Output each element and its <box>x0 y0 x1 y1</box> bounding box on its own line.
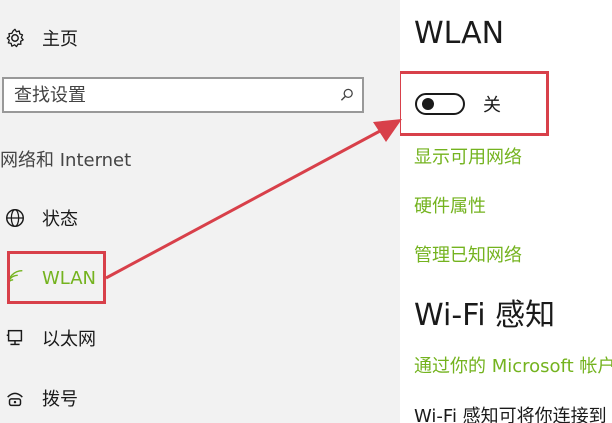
search-input[interactable] <box>4 78 332 112</box>
manage-known-networks-link[interactable]: 管理已知网络 <box>414 241 522 267</box>
nav-home-label: 主页 <box>42 29 78 50</box>
wlan-toggle-row: 关 <box>415 91 501 117</box>
page-title: WLAN <box>414 16 505 51</box>
globe-icon <box>2 205 28 231</box>
sidebar-item-label: 拨号 <box>42 389 78 410</box>
hardware-properties-link[interactable]: 硬件属性 <box>414 192 486 218</box>
sidebar-item-label: 状态 <box>42 209 78 230</box>
wifi-icon <box>2 265 28 291</box>
dialup-icon <box>2 385 28 411</box>
wlan-toggle[interactable] <box>415 93 465 115</box>
section-header-network: 网络和 Internet <box>0 150 132 171</box>
microsoft-account-link[interactable]: 通过你的 Microsoft 帐户 <box>414 352 612 378</box>
wifi-sense-heading: Wi-Fi 感知 <box>414 298 556 333</box>
settings-sidebar: 主页 网络和 Internet 状态 WLAN 以太网 拨号 <box>0 0 400 423</box>
sidebar-item-dialup[interactable]: 拨号 <box>0 378 78 418</box>
nav-home[interactable]: 主页 <box>0 18 78 58</box>
ethernet-icon <box>2 325 28 351</box>
wlan-settings-pane: WLAN 关 显示可用网络 硬件属性 管理已知网络 Wi-Fi 感知 通过你的 … <box>400 0 612 423</box>
sidebar-item-status[interactable]: 状态 <box>0 198 78 238</box>
toggle-state-label: 关 <box>483 95 501 116</box>
sidebar-item-wlan[interactable]: WLAN <box>0 258 96 298</box>
search-icon[interactable] <box>332 80 362 110</box>
sidebar-item-label: WLAN <box>42 267 97 289</box>
gear-icon <box>2 25 28 51</box>
sidebar-item-label: 以太网 <box>42 329 96 350</box>
show-available-networks-link[interactable]: 显示可用网络 <box>414 143 522 169</box>
sidebar-item-ethernet[interactable]: 以太网 <box>0 318 96 358</box>
wifi-sense-description: Wi-Fi 感知可将你连接到 <box>414 406 607 423</box>
search-box[interactable] <box>2 77 364 113</box>
toggle-knob <box>422 98 434 110</box>
